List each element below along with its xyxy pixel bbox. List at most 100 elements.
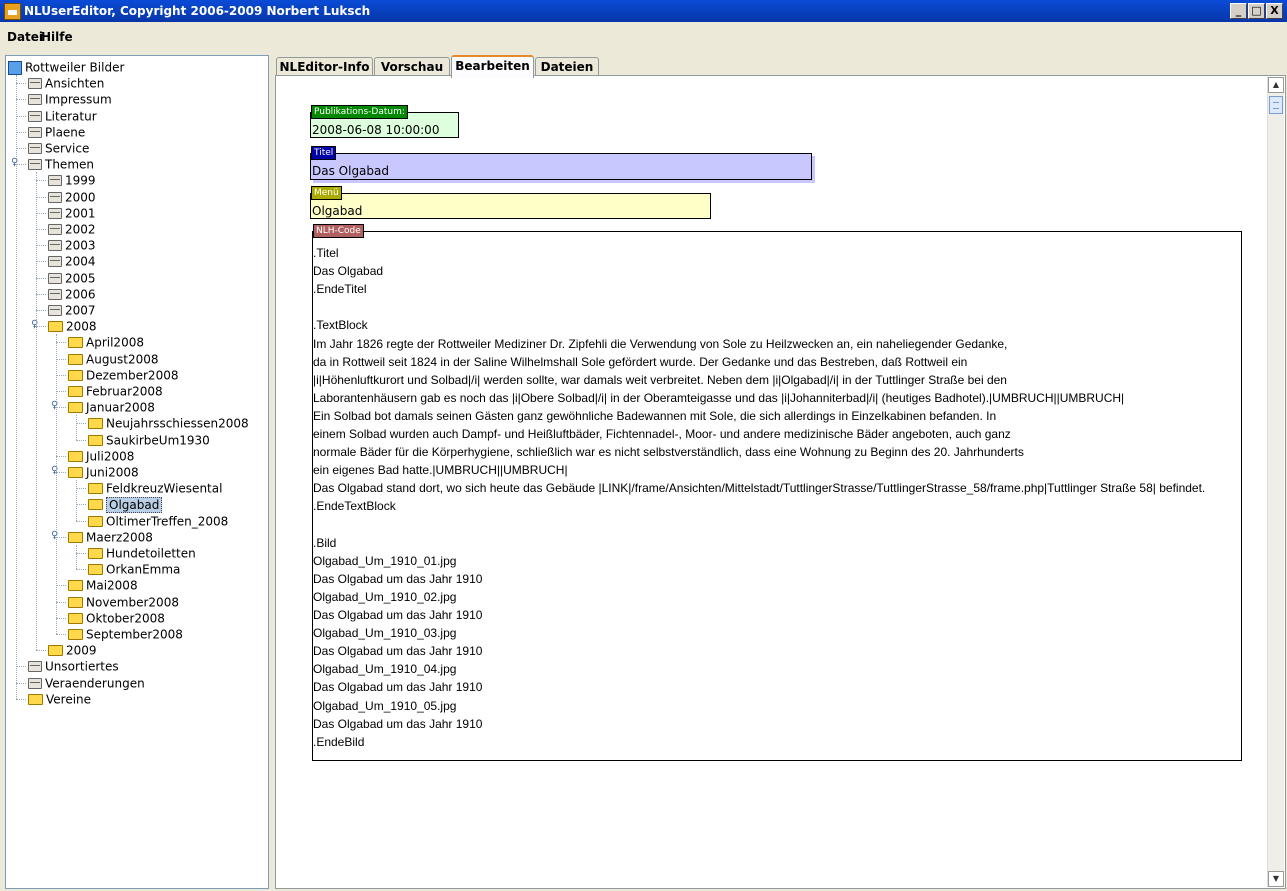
tab-vorschau[interactable]: Vorschau [374, 57, 450, 76]
folder-tree[interactable]: Rottweiler Bilder Ansichten Impressum Liter… [5, 55, 269, 889]
scroll-thumb[interactable] [1269, 96, 1283, 114]
tree-node[interactable]: Mai2008 [68, 577, 138, 593]
tree-node[interactable]: Juli2008 [68, 448, 134, 464]
code-line[interactable]: .TextBlock [313, 318, 368, 332]
code-line[interactable]: da in Rottweil seit 1824 in der Saline W… [313, 355, 967, 369]
tree-node[interactable]: September2008 [68, 626, 183, 642]
code-line[interactable]: |i|Höhenluftkurort und Solbad|/i| werden… [313, 373, 1007, 387]
code-line[interactable]: Olgabad_Um_1910_03.jpg [313, 626, 456, 640]
title-field[interactable]: Titel Das Olgabad [310, 146, 812, 180]
tree-node[interactable]: Service [28, 140, 89, 156]
tree-node[interactable]: Dezember2008 [68, 367, 178, 383]
scroll-down-icon[interactable]: ▼ [1268, 871, 1284, 887]
code-line[interactable]: Das Olgabad um das Jahr 1910 [313, 717, 482, 731]
vertical-scrollbar[interactable]: ▲ ▼ [1267, 77, 1284, 887]
tree-node[interactable]: Juni2008 [68, 464, 139, 480]
tree-node[interactable]: August2008 [68, 351, 159, 367]
publication-date-value[interactable]: 2008-06-08 10:00:00 [312, 123, 439, 137]
code-line[interactable]: Das Olgabad um das Jahr 1910 [313, 572, 482, 586]
tree-connector [56, 391, 66, 392]
tab-nleditor-info[interactable]: NLEditor-Info [276, 57, 373, 76]
menu-value[interactable]: Olgabad [312, 204, 362, 218]
expand-toggle-icon[interactable]: ♀ [51, 400, 58, 411]
tree-node[interactable]: 2003 [48, 237, 96, 253]
code-line[interactable]: Im Jahr 1826 regte der Rottweiler Medizi… [313, 337, 1007, 351]
nlh-code-editor[interactable]: NLH-Code .Titel Das Olgabad .EndeTitel .Tex… [312, 224, 1242, 761]
tree-connector [76, 569, 86, 571]
tree-node[interactable]: Januar2008 [68, 399, 155, 415]
publication-date-field[interactable]: Publikations-Datum: 2008-06-08 10:00:00 [310, 105, 459, 138]
tree-node[interactable]: 2002 [48, 221, 96, 237]
tree-node[interactable]: November2008 [68, 594, 179, 610]
tree-node[interactable]: SaukirbeUm1930 [88, 432, 210, 448]
code-line[interactable]: einem Solbad wurden auch Dampf- und Heiß… [313, 427, 1011, 441]
code-line[interactable]: Das Olgabad um das Jahr 1910 [313, 608, 482, 622]
tree-node[interactable]: 2008 [48, 318, 97, 334]
tree-node[interactable]: OltimerTreffen_2008 [88, 513, 228, 529]
tree-node[interactable]: Impressum [28, 91, 112, 107]
tree-node[interactable]: Hundetoiletten [88, 545, 196, 561]
tree-node[interactable]: Unsortiertes [28, 658, 119, 674]
folder-icon [88, 515, 103, 527]
tree-node[interactable]: Ansichten [28, 75, 104, 91]
tree-node-label: April2008 [86, 335, 144, 350]
code-line[interactable]: .Titel [313, 246, 339, 260]
scroll-up-icon[interactable]: ▲ [1268, 77, 1284, 93]
tree-node[interactable]: Maerz2008 [68, 529, 153, 545]
tree-connector [36, 172, 37, 651]
expand-toggle-icon[interactable]: ♀ [31, 319, 38, 330]
code-line[interactable]: Ein Solbad bot damals seinen Gästen ganz… [313, 409, 996, 423]
tree-node[interactable]: Themen [28, 156, 94, 172]
expand-toggle-icon[interactable]: ♀ [51, 465, 58, 476]
code-line[interactable]: Olgabad_Um_1910_05.jpg [313, 699, 456, 713]
folder-icon [88, 483, 103, 495]
folder-icon [68, 337, 83, 349]
code-line[interactable]: Das Olgabad [313, 264, 383, 278]
menu-hilfe[interactable]: Hilfe [41, 30, 73, 44]
tree-node[interactable]: 2000 [48, 189, 96, 205]
code-line[interactable]: Das Olgabad um das Jahr 1910 [313, 680, 482, 694]
menu-datei[interactable]: Datei [7, 30, 43, 44]
title-value[interactable]: Das Olgabad [312, 164, 389, 178]
code-line[interactable]: .EndeTitel [313, 282, 367, 296]
tree-node[interactable]: Oktober2008 [68, 610, 165, 626]
code-line[interactable]: Laborantenhäusern gab es noch das |i|Obe… [313, 391, 1124, 405]
code-line[interactable]: Das Olgabad um das Jahr 1910 [313, 644, 482, 658]
code-line[interactable]: Olgabad_Um_1910_04.jpg [313, 662, 456, 676]
tree-node[interactable]: Veraenderungen [28, 675, 145, 691]
tree-node[interactable]: Neujahrsschiessen2008 [88, 415, 249, 431]
tree-node[interactable]: OrkanEmma [88, 561, 180, 577]
tab-dateien[interactable]: Dateien [535, 57, 599, 76]
expand-toggle-icon[interactable]: ♀ [11, 157, 18, 168]
tree-node[interactable]: 1999 [48, 172, 96, 188]
tree-node[interactable]: Rottweiler Bilder [8, 59, 124, 75]
tree-node[interactable]: April2008 [68, 334, 144, 350]
tree-node[interactable]: Plaene [28, 124, 85, 140]
tree-node[interactable]: FeldkreuzWiesental [88, 480, 222, 496]
code-line[interactable]: Olgabad_Um_1910_02.jpg [313, 590, 456, 604]
minimize-button[interactable]: _ [1230, 3, 1247, 19]
code-line[interactable]: .EndeBild [313, 735, 364, 749]
menu-field[interactable]: Menü Olgabad [310, 186, 711, 219]
code-line[interactable]: normale Bäder für die Körperhygiene, sch… [313, 445, 1024, 459]
expand-toggle-icon[interactable]: ♀ [51, 530, 58, 541]
tree-node[interactable]: Olgabad [88, 496, 163, 513]
tree-node[interactable]: Februar2008 [68, 383, 163, 399]
code-line[interactable]: .Bild [313, 536, 336, 550]
code-line[interactable]: ein eigenes Bad hatte.|UMBRUCH||UMBRUCH| [313, 463, 568, 477]
tree-node[interactable]: 2004 [48, 253, 96, 269]
code-line[interactable]: .EndeTextBlock [313, 499, 396, 513]
tree-node[interactable]: 2009 [48, 642, 97, 658]
maximize-button[interactable]: □ [1248, 3, 1265, 19]
tree-node[interactable]: 2005 [48, 270, 96, 286]
tree-node[interactable]: Literatur [28, 108, 97, 124]
tree-connector [76, 439, 86, 441]
tree-node[interactable]: 2006 [48, 286, 96, 302]
code-line[interactable]: Olgabad_Um_1910_01.jpg [313, 554, 456, 568]
tree-node[interactable]: 2007 [48, 302, 96, 318]
tree-node[interactable]: 2001 [48, 205, 96, 221]
tab-bearbeiten[interactable]: Bearbeiten [451, 55, 534, 78]
tree-node[interactable]: Vereine [28, 691, 91, 707]
code-line[interactable]: Das Olgabad stand dort, wo sich heute da… [313, 481, 1205, 495]
close-button[interactable]: X [1266, 3, 1283, 19]
